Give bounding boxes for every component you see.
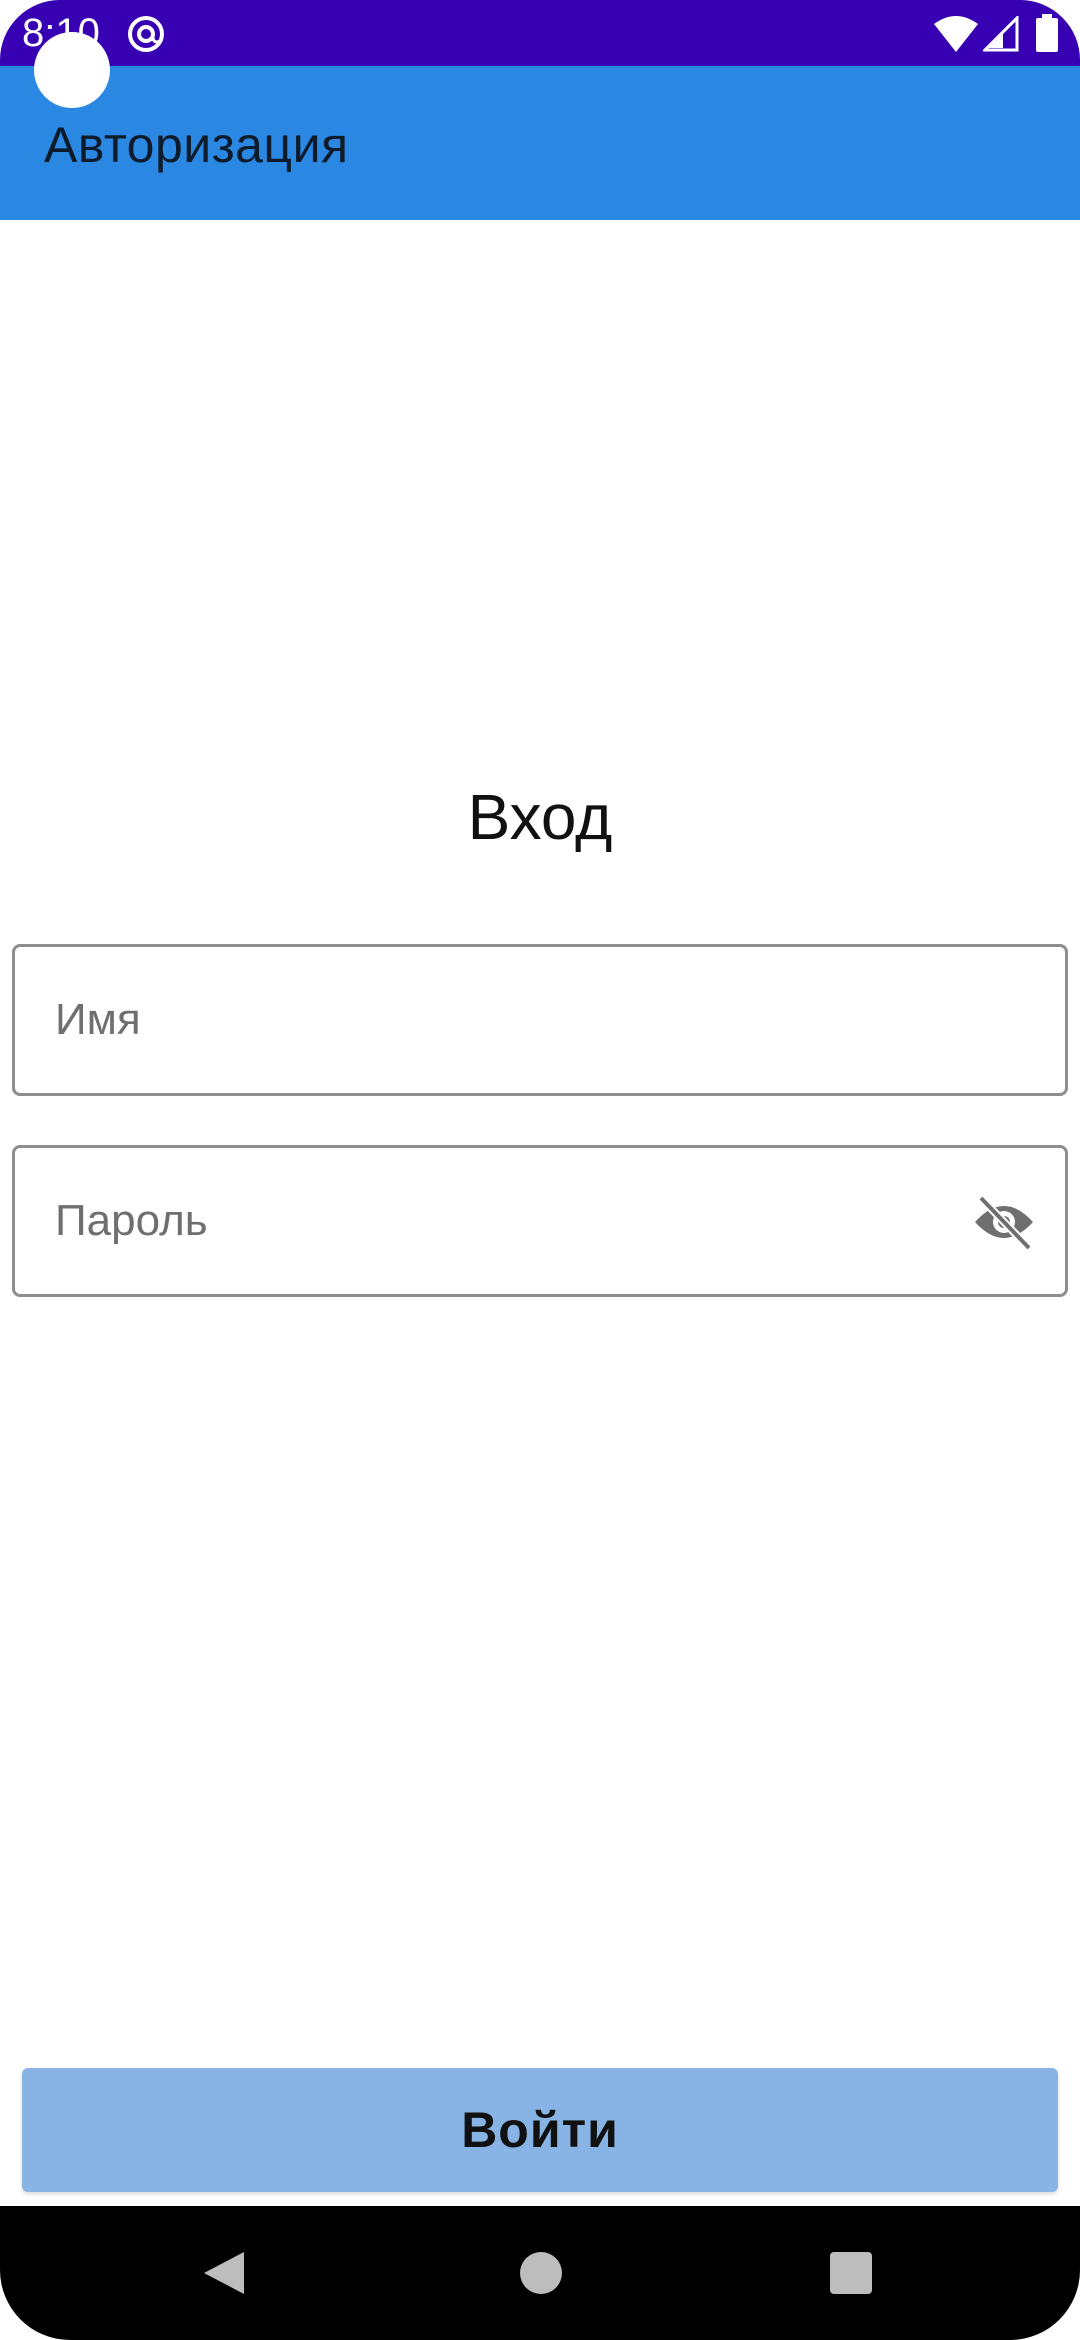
password-input[interactable] [55, 1148, 935, 1294]
signal-icon [983, 16, 1019, 52]
camera-cutout [34, 32, 110, 108]
password-visibility-toggle[interactable] [973, 1194, 1035, 1251]
eye-off-icon [975, 1195, 1033, 1251]
status-bar: 8:10 [0, 0, 1080, 66]
home-icon[interactable] [520, 2252, 562, 2294]
nav-bar [0, 2206, 1080, 2340]
at-sign-icon [128, 16, 164, 52]
login-button[interactable]: Войти [22, 2068, 1058, 2192]
battery-icon [1036, 14, 1058, 52]
password-field[interactable] [12, 1145, 1068, 1297]
wifi-icon [934, 16, 978, 52]
name-input[interactable] [55, 947, 935, 1093]
form-heading: Вход [467, 781, 613, 853]
app-title: Авторизация [44, 117, 349, 173]
name-field[interactable] [12, 944, 1068, 1096]
back-icon[interactable] [200, 2248, 248, 2298]
app-bar: Авторизация [0, 66, 1080, 220]
recents-icon[interactable] [830, 2252, 872, 2294]
